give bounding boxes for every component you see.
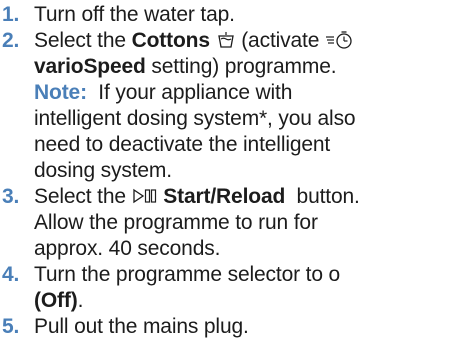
step-text-pre: Select the: [34, 29, 132, 52]
step-text-post: .: [77, 289, 84, 312]
step-text-pre: Select the: [34, 185, 132, 208]
programme-name-cottons: Cottons: [131, 29, 210, 52]
button-name-start-reload: Start/Reload: [163, 185, 286, 208]
note-text: If your appliance with: [98, 81, 293, 104]
step-text-line: (Off).: [34, 288, 457, 314]
step-text-line: varioSpeed setting) programme.: [34, 54, 457, 80]
note-line: Note: If your appliance with: [34, 80, 457, 106]
step-text: Allow the programme to run for: [34, 211, 318, 234]
note-text: need to deactivate the intelligent: [34, 133, 331, 156]
step-1: 1. Turn off the water tap.: [1, 2, 457, 28]
instruction-page: 1. Turn off the water tap. 2. Select the…: [0, 0, 457, 356]
step-number: 4.: [2, 263, 20, 286]
step-text-mid: (activate: [235, 29, 325, 52]
step-5: 5. Pull out the mains plug.: [1, 314, 457, 340]
step-text-line: Turn the programme selector to o: [34, 262, 457, 288]
variospeed-clock-icon: [325, 30, 355, 50]
step-text: Turn off the water tap.: [34, 3, 235, 26]
step-number: 5.: [2, 315, 20, 338]
step-number: 2.: [2, 29, 20, 52]
note-text: intelligent dosing system*, you also: [34, 107, 356, 130]
note-text: dosing system.: [34, 159, 172, 182]
step-text-line: Select the Start/Reload button.: [34, 184, 457, 210]
step-text-line: Select the Cottons (activate: [34, 28, 457, 54]
step-3: 3. Select the Start/Reload button. Allow…: [1, 184, 457, 262]
step-text-post: button.: [285, 185, 360, 208]
selector-position-off: (Off): [34, 289, 78, 312]
step-text: Pull out the mains plug.: [34, 315, 249, 338]
step-4: 4. Turn the programme selector to o (Off…: [1, 262, 457, 314]
step-text-post: setting) programme.: [145, 55, 337, 78]
step-text-pre: Turn the programme selector to: [34, 263, 329, 286]
off-symbol: o: [328, 263, 341, 286]
start-pause-icon: [132, 186, 158, 206]
cottons-tub-icon: [216, 30, 236, 50]
instruction-steps: 1. Turn off the water tap. 2. Select the…: [1, 2, 457, 340]
step-number: 1.: [2, 3, 20, 26]
setting-name-variospeed: varioSpeed: [34, 55, 146, 78]
step-number: 3.: [2, 185, 20, 208]
note-label: Note:: [34, 81, 87, 104]
step-text: approx. 40 seconds.: [34, 237, 221, 260]
step-2: 2. Select the Cottons (activate varioSpe…: [1, 28, 457, 184]
